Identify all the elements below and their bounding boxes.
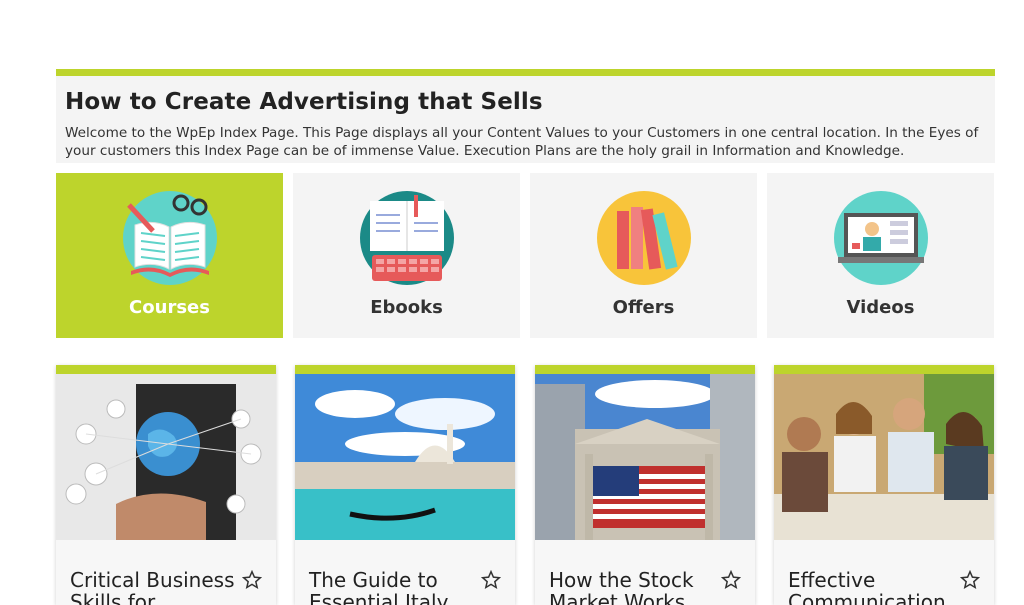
card-title: The Guide to Essential Italy [309, 568, 449, 605]
category-label: Videos [846, 297, 915, 318]
ebook-reader-icon [360, 191, 454, 285]
card-image-stock-exchange [535, 374, 755, 540]
star-icon[interactable] [721, 570, 741, 590]
books-icon [597, 191, 691, 285]
open-book-icon [123, 191, 217, 285]
category-label: Ebooks [370, 297, 443, 318]
card-image-business [56, 374, 276, 540]
card-image-venice [295, 374, 515, 540]
category-offers[interactable]: Offers [530, 173, 757, 338]
category-courses[interactable]: Courses [56, 173, 283, 338]
star-icon[interactable] [960, 570, 980, 590]
star-icon[interactable] [481, 570, 501, 590]
card-title: How the Stock Market Works [549, 568, 694, 605]
course-card[interactable]: The Guide to Essential Italy [295, 365, 515, 605]
video-lesson-icon [834, 191, 928, 285]
page-title: How to Create Advertising that Sells [65, 89, 543, 115]
category-label: Courses [129, 297, 210, 318]
course-card[interactable]: Critical Business Skills for [56, 365, 276, 605]
category-ebooks[interactable]: Ebooks [293, 173, 520, 338]
star-icon[interactable] [242, 570, 262, 590]
card-image-cafe [774, 374, 994, 540]
course-card[interactable]: Effective Communication [774, 365, 994, 605]
page-description: Welcome to the WpEp Index Page. This Pag… [65, 125, 979, 159]
category-videos[interactable]: Videos [767, 173, 994, 338]
card-title: Effective Communication [788, 568, 946, 605]
category-label: Offers [612, 297, 675, 318]
page-header: How to Create Advertising that Sells Wel… [56, 69, 995, 163]
card-title: Critical Business Skills for [70, 568, 235, 605]
course-card[interactable]: How the Stock Market Works [535, 365, 755, 605]
